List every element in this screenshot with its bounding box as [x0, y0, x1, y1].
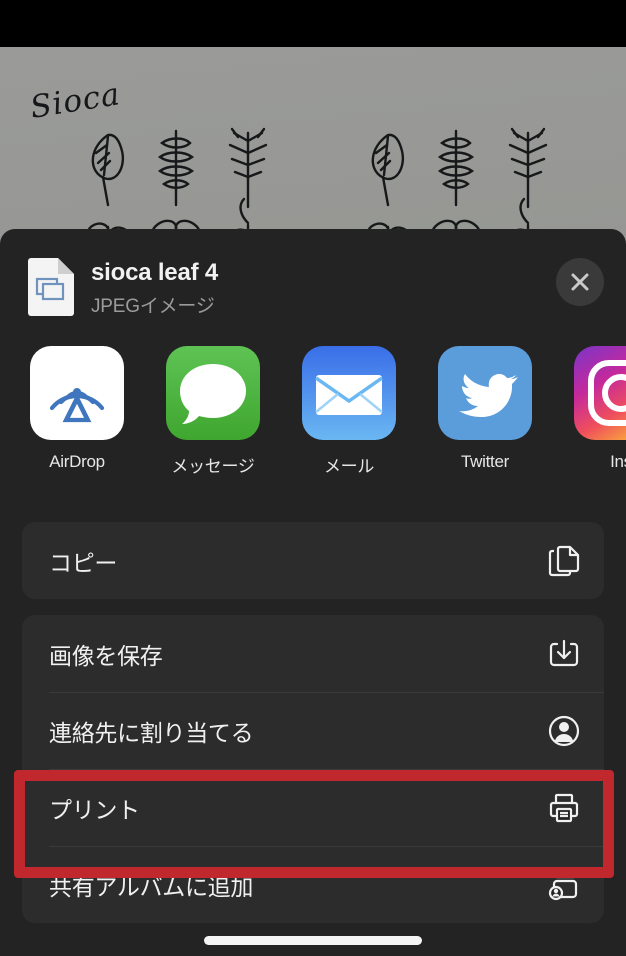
share-sheet: sioca leaf 4 JPEGイメージ AirDrop メッセージ メール …	[0, 229, 626, 956]
action-row-label: プリント	[49, 796, 140, 823]
share-action-list: コピー 画像を保存 連絡先に割り当てる プリント 共有アルバムに追加	[0, 506, 626, 923]
shared-album-icon	[546, 867, 582, 903]
file-kind: JPEGイメージ	[91, 295, 215, 317]
share-target-airdrop[interactable]: AirDrop	[30, 346, 124, 506]
share-target-instagram[interactable]: Ins	[574, 346, 626, 506]
twitter-icon	[438, 346, 532, 440]
jpeg-document-icon	[28, 258, 74, 316]
assign-contact-icon	[546, 713, 582, 749]
action-row-save-image[interactable]: 画像を保存	[22, 615, 604, 692]
action-row-label: 連絡先に割り当てる	[49, 719, 254, 746]
share-app-row[interactable]: AirDrop メッセージ メール Twitter In	[0, 346, 626, 506]
share-target-messages[interactable]: メッセージ	[166, 346, 260, 506]
phone-screenshot: Sioca sioca leaf 4 JPEGイメージ AirDrop メッセー…	[0, 0, 626, 956]
action-row-print[interactable]: プリント	[22, 769, 604, 846]
share-target-mail[interactable]: メール	[302, 346, 396, 506]
share-target-label: AirDrop	[49, 452, 105, 471]
share-target-label: Ins	[610, 452, 626, 471]
copy-icon	[546, 543, 582, 579]
home-indicator[interactable]	[204, 936, 422, 945]
action-group-copy: コピー	[22, 522, 604, 599]
file-meta: sioca leaf 4 JPEGイメージ	[91, 256, 556, 318]
close-icon	[571, 273, 589, 291]
action-row-shared-album[interactable]: 共有アルバムに追加	[22, 846, 604, 923]
file-title: sioca leaf 4	[91, 259, 219, 286]
messages-icon	[166, 346, 260, 440]
share-target-label: メッセージ	[171, 457, 255, 476]
action-row-label: コピー	[49, 549, 118, 576]
print-icon	[546, 790, 582, 826]
action-row-label: 共有アルバムに追加	[49, 873, 254, 900]
save-image-icon	[546, 636, 582, 672]
share-sheet-header: sioca leaf 4 JPEGイメージ	[0, 229, 626, 346]
instagram-icon	[574, 346, 626, 440]
share-target-twitter[interactable]: Twitter	[438, 346, 532, 506]
close-button[interactable]	[556, 258, 604, 306]
mail-icon	[302, 346, 396, 440]
action-group-main: 画像を保存 連絡先に割り当てる プリント 共有アルバムに追加	[22, 615, 604, 923]
action-row-copy[interactable]: コピー	[22, 522, 604, 599]
share-target-label: Twitter	[461, 452, 509, 471]
airdrop-icon	[30, 346, 124, 440]
action-row-assign-contact[interactable]: 連絡先に割り当てる	[22, 692, 604, 769]
share-target-label: メール	[323, 457, 375, 476]
action-row-label: 画像を保存	[49, 642, 163, 669]
